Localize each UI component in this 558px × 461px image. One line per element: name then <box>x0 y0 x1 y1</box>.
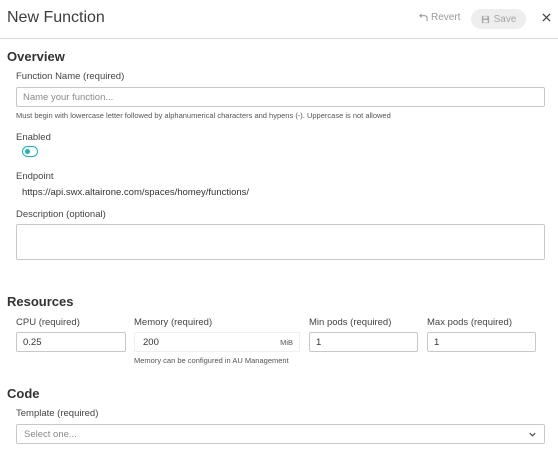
cpu-input[interactable] <box>16 332 126 352</box>
cpu-label: CPU (required) <box>16 317 80 328</box>
memory-label: Memory (required) <box>134 317 213 328</box>
undo-arrow-icon <box>419 13 428 22</box>
description-label: Description (optional) <box>16 209 106 220</box>
page-title: New Function <box>7 9 105 26</box>
max-pods-label: Max pods (required) <box>427 317 513 328</box>
endpoint-value: https://api.swx.altairone.com/spaces/hom… <box>22 187 250 198</box>
close-icon <box>542 13 551 22</box>
save-label: Save <box>493 13 517 25</box>
function-name-input[interactable] <box>16 87 545 107</box>
memory-input[interactable]: 200 MiB <box>134 332 300 352</box>
template-select-placeholder: Select one... <box>24 429 77 440</box>
save-button[interactable]: Save <box>471 9 526 29</box>
enabled-label: Enabled <box>16 132 51 143</box>
dialog-header: New Function Revert Save <box>0 0 558 39</box>
memory-unit: MiB <box>280 338 293 347</box>
close-button[interactable] <box>542 11 551 24</box>
overview-section-title: Overview <box>7 49 65 64</box>
toggle-knob <box>25 148 30 154</box>
revert-button[interactable]: Revert <box>419 12 460 23</box>
resources-section-title: Resources <box>7 294 74 309</box>
max-pods-input[interactable] <box>427 332 536 352</box>
min-pods-input[interactable] <box>309 332 418 352</box>
memory-value: 200 <box>143 337 159 348</box>
function-name-label: Function Name (required) <box>16 71 125 82</box>
template-select[interactable]: Select one... <box>16 424 545 444</box>
revert-label: Revert <box>431 12 461 23</box>
chevron-down-icon <box>529 432 536 437</box>
min-pods-label: Min pods (required) <box>309 317 392 328</box>
template-label: Template (required) <box>16 408 99 419</box>
floppy-disk-icon <box>481 15 489 23</box>
endpoint-label: Endpoint <box>16 171 54 182</box>
enabled-toggle[interactable] <box>22 146 38 157</box>
code-section-title: Code <box>7 386 40 401</box>
description-textarea[interactable] <box>16 224 545 260</box>
function-name-hint: Must begin with lowercase letter followe… <box>16 111 391 120</box>
memory-hint: Memory can be configured in AU Managemen… <box>134 356 289 365</box>
